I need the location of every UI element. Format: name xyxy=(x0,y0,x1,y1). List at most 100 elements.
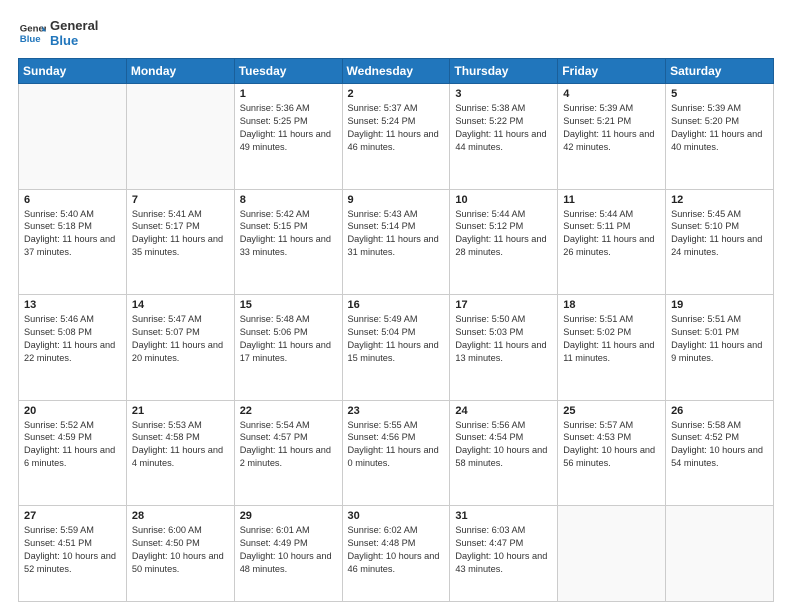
day-info: Sunrise: 5:57 AM Sunset: 4:53 PM Dayligh… xyxy=(563,419,660,471)
day-number: 4 xyxy=(563,88,660,100)
day-number: 8 xyxy=(240,194,337,206)
calendar-cell: 6Sunrise: 5:40 AM Sunset: 5:18 PM Daylig… xyxy=(19,189,127,295)
day-number: 3 xyxy=(455,88,552,100)
calendar-cell: 27Sunrise: 5:59 AM Sunset: 4:51 PM Dayli… xyxy=(19,506,127,602)
week-row-0: 1 Sunrise: 5:36 AM Sunset: 5:25 PM Daylig… xyxy=(19,84,774,190)
week-row-4: 27Sunrise: 5:59 AM Sunset: 4:51 PM Dayli… xyxy=(19,506,774,602)
day-info: Sunrise: 5:48 AM Sunset: 5:06 PM Dayligh… xyxy=(240,313,337,365)
calendar-cell: 29 Sunrise: 6:01 AM Sunset: 4:49 PM Dayli… xyxy=(234,506,342,602)
calendar-cell xyxy=(19,84,127,190)
day-number: 13 xyxy=(24,299,121,311)
weekday-header-sunday: Sunday xyxy=(19,59,127,84)
weekday-header-row: SundayMondayTuesdayWednesdayThursdayFrid… xyxy=(19,59,774,84)
day-number: 12 xyxy=(671,194,768,206)
calendar-cell xyxy=(666,506,774,602)
day-number: 9 xyxy=(348,194,445,206)
day-info: Sunrise: 5:50 AM Sunset: 5:03 PM Dayligh… xyxy=(455,313,552,365)
calendar-table: SundayMondayTuesdayWednesdayThursdayFrid… xyxy=(18,58,774,602)
calendar-cell: 5 Sunrise: 5:39 AM Sunset: 5:20 PM Daylig… xyxy=(666,84,774,190)
logo-general: General xyxy=(50,18,98,33)
calendar-cell: 20Sunrise: 5:52 AM Sunset: 4:59 PM Dayli… xyxy=(19,400,127,506)
calendar-cell: 28 Sunrise: 6:00 AM Sunset: 4:50 PM Dayli… xyxy=(126,506,234,602)
calendar-cell: 1 Sunrise: 5:36 AM Sunset: 5:25 PM Daylig… xyxy=(234,84,342,190)
logo: General Blue General Blue xyxy=(18,18,98,48)
day-number: 25 xyxy=(563,405,660,417)
calendar-cell: 15Sunrise: 5:48 AM Sunset: 5:06 PM Dayli… xyxy=(234,295,342,401)
day-number: 16 xyxy=(348,299,445,311)
week-row-2: 13 Sunrise: 5:46 AM Sunset: 5:08 PM Dayli… xyxy=(19,295,774,401)
day-number: 2 xyxy=(348,88,445,100)
header: General Blue General Blue xyxy=(18,18,774,48)
day-info: Sunrise: 5:59 AM Sunset: 4:51 PM Dayligh… xyxy=(24,524,121,576)
calendar-cell: 26Sunrise: 5:58 AM Sunset: 4:52 PM Dayli… xyxy=(666,400,774,506)
day-info: Sunrise: 6:01 AM Sunset: 4:49 PM Dayligh… xyxy=(240,524,337,576)
day-number: 29 xyxy=(240,510,337,522)
calendar-cell: 30 Sunrise: 6:02 AM Sunset: 4:48 PM Dayli… xyxy=(342,506,450,602)
day-info: Sunrise: 5:43 AM Sunset: 5:14 PM Dayligh… xyxy=(348,208,445,260)
calendar-cell: 4 Sunrise: 5:39 AM Sunset: 5:21 PM Daylig… xyxy=(558,84,666,190)
day-number: 14 xyxy=(132,299,229,311)
calendar-cell: 21 Sunrise: 5:53 AM Sunset: 4:58 PM Dayli… xyxy=(126,400,234,506)
day-info: Sunrise: 6:02 AM Sunset: 4:48 PM Dayligh… xyxy=(348,524,445,576)
weekday-header-wednesday: Wednesday xyxy=(342,59,450,84)
logo-icon: General Blue xyxy=(18,19,46,47)
calendar-cell: 18 Sunrise: 5:51 AM Sunset: 5:02 PM Dayli… xyxy=(558,295,666,401)
day-number: 19 xyxy=(671,299,768,311)
weekday-header-thursday: Thursday xyxy=(450,59,558,84)
day-info: Sunrise: 5:36 AM Sunset: 5:25 PM Dayligh… xyxy=(240,102,337,154)
day-info: Sunrise: 5:47 AM Sunset: 5:07 PM Dayligh… xyxy=(132,313,229,365)
day-info: Sunrise: 5:39 AM Sunset: 5:21 PM Dayligh… xyxy=(563,102,660,154)
day-number: 5 xyxy=(671,88,768,100)
calendar-cell: 16Sunrise: 5:49 AM Sunset: 5:04 PM Dayli… xyxy=(342,295,450,401)
day-number: 18 xyxy=(563,299,660,311)
calendar-cell: 25 Sunrise: 5:57 AM Sunset: 4:53 PM Dayli… xyxy=(558,400,666,506)
calendar-cell: 22 Sunrise: 5:54 AM Sunset: 4:57 PM Dayli… xyxy=(234,400,342,506)
day-number: 31 xyxy=(455,510,552,522)
weekday-header-monday: Monday xyxy=(126,59,234,84)
calendar-cell: 24Sunrise: 5:56 AM Sunset: 4:54 PM Dayli… xyxy=(450,400,558,506)
logo-blue: Blue xyxy=(50,33,98,48)
day-number: 7 xyxy=(132,194,229,206)
calendar-cell: 8 Sunrise: 5:42 AM Sunset: 5:15 PM Daylig… xyxy=(234,189,342,295)
calendar-cell xyxy=(558,506,666,602)
day-info: Sunrise: 6:03 AM Sunset: 4:47 PM Dayligh… xyxy=(455,524,552,576)
day-number: 20 xyxy=(24,405,121,417)
day-info: Sunrise: 5:51 AM Sunset: 5:02 PM Dayligh… xyxy=(563,313,660,365)
day-info: Sunrise: 5:54 AM Sunset: 4:57 PM Dayligh… xyxy=(240,419,337,471)
calendar-cell xyxy=(126,84,234,190)
day-info: Sunrise: 5:46 AM Sunset: 5:08 PM Dayligh… xyxy=(24,313,121,365)
day-number: 17 xyxy=(455,299,552,311)
day-info: Sunrise: 5:56 AM Sunset: 4:54 PM Dayligh… xyxy=(455,419,552,471)
day-number: 30 xyxy=(348,510,445,522)
day-info: Sunrise: 5:37 AM Sunset: 5:24 PM Dayligh… xyxy=(348,102,445,154)
weekday-header-friday: Friday xyxy=(558,59,666,84)
calendar-cell: 2 Sunrise: 5:37 AM Sunset: 5:24 PM Daylig… xyxy=(342,84,450,190)
day-number: 1 xyxy=(240,88,337,100)
calendar-cell: 7 Sunrise: 5:41 AM Sunset: 5:17 PM Daylig… xyxy=(126,189,234,295)
day-number: 10 xyxy=(455,194,552,206)
week-row-1: 6Sunrise: 5:40 AM Sunset: 5:18 PM Daylig… xyxy=(19,189,774,295)
day-info: Sunrise: 5:53 AM Sunset: 4:58 PM Dayligh… xyxy=(132,419,229,471)
calendar-cell: 17 Sunrise: 5:50 AM Sunset: 5:03 PM Dayli… xyxy=(450,295,558,401)
weekday-header-saturday: Saturday xyxy=(666,59,774,84)
day-info: Sunrise: 5:41 AM Sunset: 5:17 PM Dayligh… xyxy=(132,208,229,260)
svg-text:General: General xyxy=(20,23,46,34)
page: General Blue General Blue SundayMondayTu… xyxy=(0,0,792,612)
day-number: 22 xyxy=(240,405,337,417)
calendar-cell: 31 Sunrise: 6:03 AM Sunset: 4:47 PM Dayli… xyxy=(450,506,558,602)
day-number: 28 xyxy=(132,510,229,522)
day-info: Sunrise: 5:51 AM Sunset: 5:01 PM Dayligh… xyxy=(671,313,768,365)
day-info: Sunrise: 5:45 AM Sunset: 5:10 PM Dayligh… xyxy=(671,208,768,260)
day-number: 26 xyxy=(671,405,768,417)
day-number: 11 xyxy=(563,194,660,206)
day-info: Sunrise: 5:39 AM Sunset: 5:20 PM Dayligh… xyxy=(671,102,768,154)
svg-text:Blue: Blue xyxy=(20,34,41,45)
calendar-cell: 12 Sunrise: 5:45 AM Sunset: 5:10 PM Dayli… xyxy=(666,189,774,295)
day-number: 21 xyxy=(132,405,229,417)
calendar-cell: 10Sunrise: 5:44 AM Sunset: 5:12 PM Dayli… xyxy=(450,189,558,295)
day-info: Sunrise: 5:42 AM Sunset: 5:15 PM Dayligh… xyxy=(240,208,337,260)
day-info: Sunrise: 5:44 AM Sunset: 5:11 PM Dayligh… xyxy=(563,208,660,260)
day-info: Sunrise: 5:55 AM Sunset: 4:56 PM Dayligh… xyxy=(348,419,445,471)
calendar-cell: 14 Sunrise: 5:47 AM Sunset: 5:07 PM Dayli… xyxy=(126,295,234,401)
day-info: Sunrise: 6:00 AM Sunset: 4:50 PM Dayligh… xyxy=(132,524,229,576)
